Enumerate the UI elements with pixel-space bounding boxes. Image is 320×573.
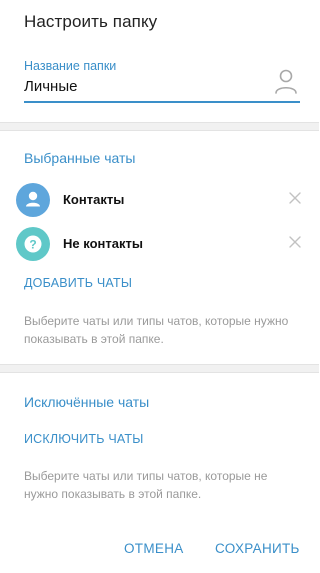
- section-separator: [0, 122, 319, 131]
- save-button[interactable]: СОХРАНИТЬ: [215, 541, 300, 556]
- included-hint: Выберите чаты или типы чатов, которые ну…: [24, 314, 289, 346]
- close-icon: [289, 192, 301, 204]
- contacts-avatar: [16, 183, 50, 217]
- folder-name-underline: [24, 101, 300, 103]
- non-contacts-avatar: ?: [16, 227, 50, 261]
- remove-non-contacts-button[interactable]: [288, 235, 302, 249]
- add-chats-button[interactable]: ДОБАВИТЬ ЧАТЫ: [24, 276, 132, 290]
- included-chats-title: Выбранные чаты: [24, 150, 136, 166]
- question-icon: ?: [24, 235, 42, 253]
- excluded-hint: Выберите чаты или типы чатов, которые не…: [24, 469, 268, 501]
- person-icon: [26, 191, 40, 207]
- cancel-button[interactable]: ОТМЕНА: [124, 541, 184, 556]
- dialog-title: Настроить папку: [24, 12, 158, 31]
- remove-contacts-button[interactable]: [288, 191, 302, 205]
- exclude-chats-button[interactable]: ИСКЛЮЧИТЬ ЧАТЫ: [24, 432, 144, 446]
- chat-row-contacts[interactable]: Контакты: [0, 181, 319, 221]
- excluded-chats-title: Исключённые чаты: [24, 394, 150, 410]
- folder-name-input[interactable]: Личные: [24, 78, 77, 95]
- close-icon: [289, 236, 301, 248]
- folder-name-label: Название папки: [24, 59, 117, 73]
- svg-text:?: ?: [29, 238, 36, 252]
- chat-row-non-contacts[interactable]: ? Не контакты: [0, 225, 319, 265]
- person-icon[interactable]: [274, 68, 298, 96]
- chat-name: Контакты: [63, 192, 125, 207]
- chat-name: Не контакты: [63, 236, 143, 251]
- edit-folder-dialog: Настроить папку Название папки Личные Вы…: [0, 0, 319, 573]
- section-separator: [0, 364, 319, 373]
